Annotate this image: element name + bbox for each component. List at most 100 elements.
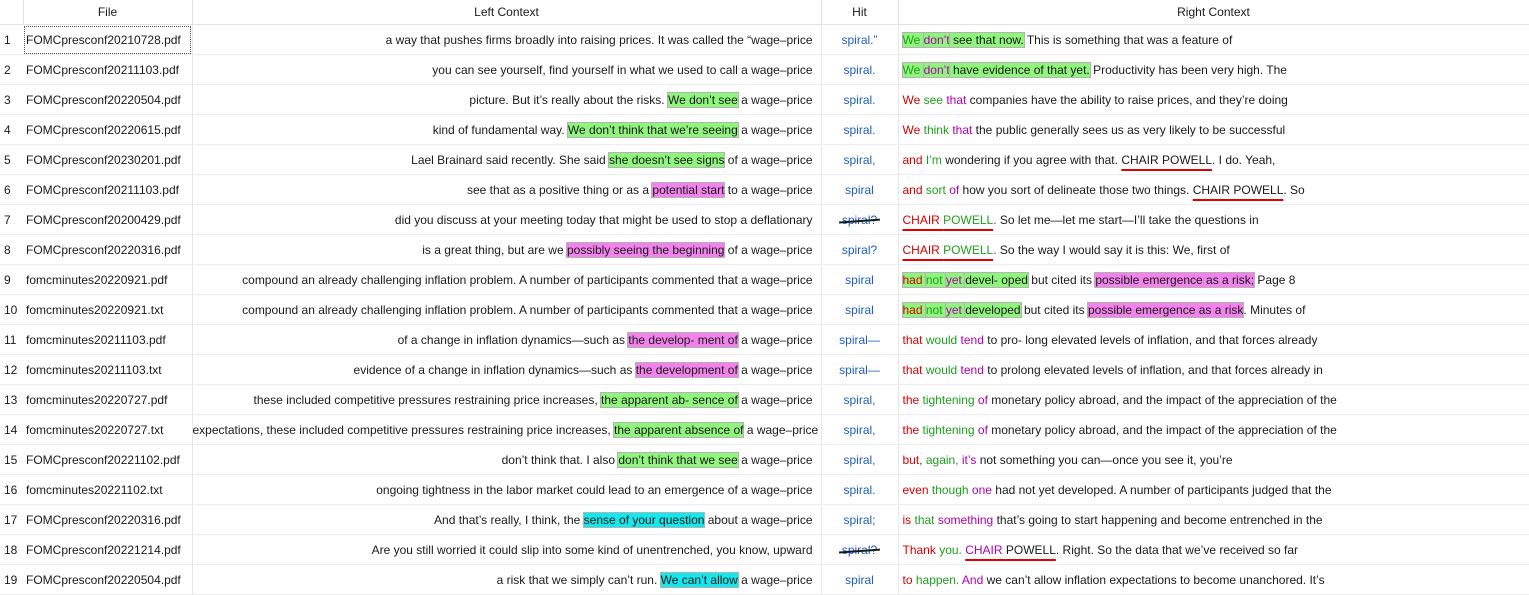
right-context-cell[interactable]: Thank you. CHAIR POWELL. Right. So the d… [898, 534, 1529, 565]
table-row[interactable]: 7 FOMCpresconf20200429.pdf did you discu… [0, 204, 1529, 235]
right-context-cell[interactable]: is that something that’s going to start … [898, 504, 1529, 535]
right-context-cell[interactable]: the tightening of monetary policy abroad… [898, 384, 1529, 415]
table-row[interactable]: 14 fomcminutes20220727.txt expectations,… [0, 414, 1529, 445]
hit-column-header[interactable]: Hit [821, 0, 899, 25]
table-row[interactable]: 19 FOMCpresconf20220504.pdf a risk that … [0, 564, 1529, 595]
right-context-cell[interactable]: CHAIR POWELL. So the way I would say it … [898, 234, 1529, 265]
hit-cell[interactable]: spiral. [821, 84, 899, 115]
file-cell[interactable]: fomcminutes20221102.txt [23, 474, 193, 505]
left-context-cell[interactable]: compound an already challenging inflatio… [192, 264, 822, 295]
right-context-cell[interactable]: We don’t see that now. This is something… [898, 24, 1529, 55]
file-cell[interactable]: FOMCpresconf20220504.pdf [23, 84, 193, 115]
hit-cell[interactable]: spiral. [821, 114, 899, 145]
table-row[interactable]: 3 FOMCpresconf20220504.pdf picture. But … [0, 84, 1529, 115]
hit-cell[interactable]: spiral, [821, 444, 899, 475]
table-row[interactable]: 9 fomcminutes20220921.pdf compound an al… [0, 264, 1529, 295]
left-context-column-header[interactable]: Left Context [192, 0, 822, 25]
hit-cell[interactable]: spiral, [821, 414, 899, 445]
left-context-cell[interactable]: evidence of a change in inflation dynami… [192, 354, 822, 385]
hit-cell[interactable]: spiral. [821, 54, 899, 85]
file-cell[interactable]: FOMCpresconf20221214.pdf [23, 534, 193, 565]
left-context-cell[interactable]: a way that pushes firms broadly into rai… [192, 24, 822, 55]
file-cell[interactable]: fomcminutes20211103.pdf [23, 324, 193, 355]
hit-cell[interactable]: spiral, [821, 144, 899, 175]
hit-cell[interactable]: spiral— [821, 354, 899, 385]
file-cell[interactable]: FOMCpresconf20211103.pdf [23, 54, 193, 85]
left-context-cell[interactable]: And that’s really, I think, the sense of… [192, 504, 822, 535]
hit-cell[interactable]: spiral— [821, 324, 899, 355]
left-context-cell[interactable]: did you discuss at your meeting today th… [192, 204, 822, 235]
hit-cell[interactable]: spiral? [821, 204, 899, 235]
file-cell[interactable]: FOMCpresconf20200429.pdf [23, 204, 193, 235]
table-row[interactable]: 2 FOMCpresconf20211103.pdf you can see y… [0, 54, 1529, 85]
table-row[interactable]: 5 FOMCpresconf20230201.pdf Lael Brainard… [0, 144, 1529, 175]
left-context-cell[interactable]: of a change in inflation dynamics—such a… [192, 324, 822, 355]
hit-cell[interactable]: spiral [821, 264, 899, 295]
file-cell[interactable]: fomcminutes20220727.pdf [23, 384, 193, 415]
right-context-cell[interactable]: had not yet developed but cited its poss… [898, 294, 1529, 325]
table-row[interactable]: 17 FOMCpresconf20220316.pdf And that’s r… [0, 504, 1529, 535]
table-row[interactable]: 16 fomcminutes20221102.txt ongoing tight… [0, 474, 1529, 505]
table-row[interactable]: 11 fomcminutes20211103.pdf of a change i… [0, 324, 1529, 355]
right-context-cell[interactable]: even though one had not yet developed. A… [898, 474, 1529, 505]
left-context-cell[interactable]: kind of fundamental way. We don’t think … [192, 114, 822, 145]
left-context-cell[interactable]: don’t think that. I also don’t think tha… [192, 444, 822, 475]
file-cell[interactable]: FOMCpresconf20221102.pdf [23, 444, 193, 475]
hit-cell[interactable]: spiral [821, 564, 899, 595]
file-cell[interactable]: fomcminutes20211103.txt [23, 354, 193, 385]
file-cell[interactable]: fomcminutes20220727.txt [23, 414, 193, 445]
right-context-cell[interactable]: CHAIR POWELL. So let me—let me start—I’l… [898, 204, 1529, 235]
hit-cell[interactable]: spiral? [821, 234, 899, 265]
file-cell[interactable]: FOMCpresconf20220316.pdf [23, 504, 193, 535]
right-context-cell[interactable]: that would tend to prolong elevated leve… [898, 354, 1529, 385]
table-row[interactable]: 1 FOMCpresconf20210728.pdf a way that pu… [0, 24, 1529, 55]
right-context-cell[interactable]: and sort of how you sort of delineate th… [898, 174, 1529, 205]
right-context-cell[interactable]: We see that companies have the ability t… [898, 84, 1529, 115]
table-row[interactable]: 12 fomcminutes20211103.txt evidence of a… [0, 354, 1529, 385]
file-cell[interactable]: FOMCpresconf20220504.pdf [23, 564, 193, 595]
right-context-cell[interactable]: that would tend to pro- long elevated le… [898, 324, 1529, 355]
left-context-cell[interactable]: picture. But it’s really about the risks… [192, 84, 822, 115]
file-cell[interactable]: fomcminutes20220921.pdf [23, 264, 193, 295]
table-row[interactable]: 8 FOMCpresconf20220316.pdf is a great th… [0, 234, 1529, 265]
left-context-cell[interactable]: you can see yourself, find yourself in w… [192, 54, 822, 85]
left-context-cell[interactable]: expectations, these included competitive… [192, 414, 822, 445]
file-cell[interactable]: FOMCpresconf20211103.pdf [23, 174, 193, 205]
right-context-cell[interactable]: We don’t have evidence of that yet. Prod… [898, 54, 1529, 85]
hit-cell[interactable]: spiral.” [821, 24, 899, 55]
left-context-cell[interactable]: Lael Brainard said recently. She said sh… [192, 144, 822, 175]
file-cell[interactable]: FOMCpresconf20210728.pdf [23, 24, 193, 55]
left-context-cell[interactable]: is a great thing, but are we possibly se… [192, 234, 822, 265]
hit-cell[interactable]: spiral; [821, 504, 899, 535]
left-context-cell[interactable]: compound an already challenging inflatio… [192, 294, 822, 325]
right-context-cell[interactable]: had not yet devel- oped but cited its po… [898, 264, 1529, 295]
table-row[interactable]: 15 FOMCpresconf20221102.pdf don’t think … [0, 444, 1529, 475]
table-row[interactable]: 13 fomcminutes20220727.pdf these include… [0, 384, 1529, 415]
left-context-cell[interactable]: see that as a positive thing or as a pot… [192, 174, 822, 205]
file-column-header[interactable]: File [23, 0, 193, 25]
row-number-header[interactable] [0, 0, 24, 25]
file-cell[interactable]: fomcminutes20220921.txt [23, 294, 193, 325]
right-context-cell[interactable]: and I’m wondering if you agree with that… [898, 144, 1529, 175]
table-row[interactable]: 10 fomcminutes20220921.txt compound an a… [0, 294, 1529, 325]
left-context-cell[interactable]: a risk that we simply can’t run. We can’… [192, 564, 822, 595]
right-context-cell[interactable]: to happen. And we can’t allow inflation … [898, 564, 1529, 595]
left-context-cell[interactable]: Are you still worried it could slip into… [192, 534, 822, 565]
hit-cell[interactable]: spiral, [821, 384, 899, 415]
left-context-cell[interactable]: these included competitive pressures res… [192, 384, 822, 415]
hit-cell[interactable]: spiral [821, 294, 899, 325]
hit-cell[interactable]: spiral [821, 174, 899, 205]
right-context-cell[interactable]: We think that the public generally sees … [898, 114, 1529, 145]
table-row[interactable]: 4 FOMCpresconf20220615.pdf kind of funda… [0, 114, 1529, 145]
file-cell[interactable]: FOMCpresconf20220316.pdf [23, 234, 193, 265]
hit-cell[interactable]: spiral? [821, 534, 899, 565]
file-cell[interactable]: FOMCpresconf20230201.pdf [23, 144, 193, 175]
right-context-column-header[interactable]: Right Context [898, 0, 1529, 25]
right-context-cell[interactable]: the tightening of monetary policy abroad… [898, 414, 1529, 445]
right-context-cell[interactable]: but, again, it’s not something you can—o… [898, 444, 1529, 475]
table-row[interactable]: 18 FOMCpresconf20221214.pdf Are you stil… [0, 534, 1529, 565]
left-context-cell[interactable]: ongoing tightness in the labor market co… [192, 474, 822, 505]
table-row[interactable]: 6 FOMCpresconf20211103.pdf see that as a… [0, 174, 1529, 205]
hit-cell[interactable]: spiral. [821, 474, 899, 505]
file-cell[interactable]: FOMCpresconf20220615.pdf [23, 114, 193, 145]
